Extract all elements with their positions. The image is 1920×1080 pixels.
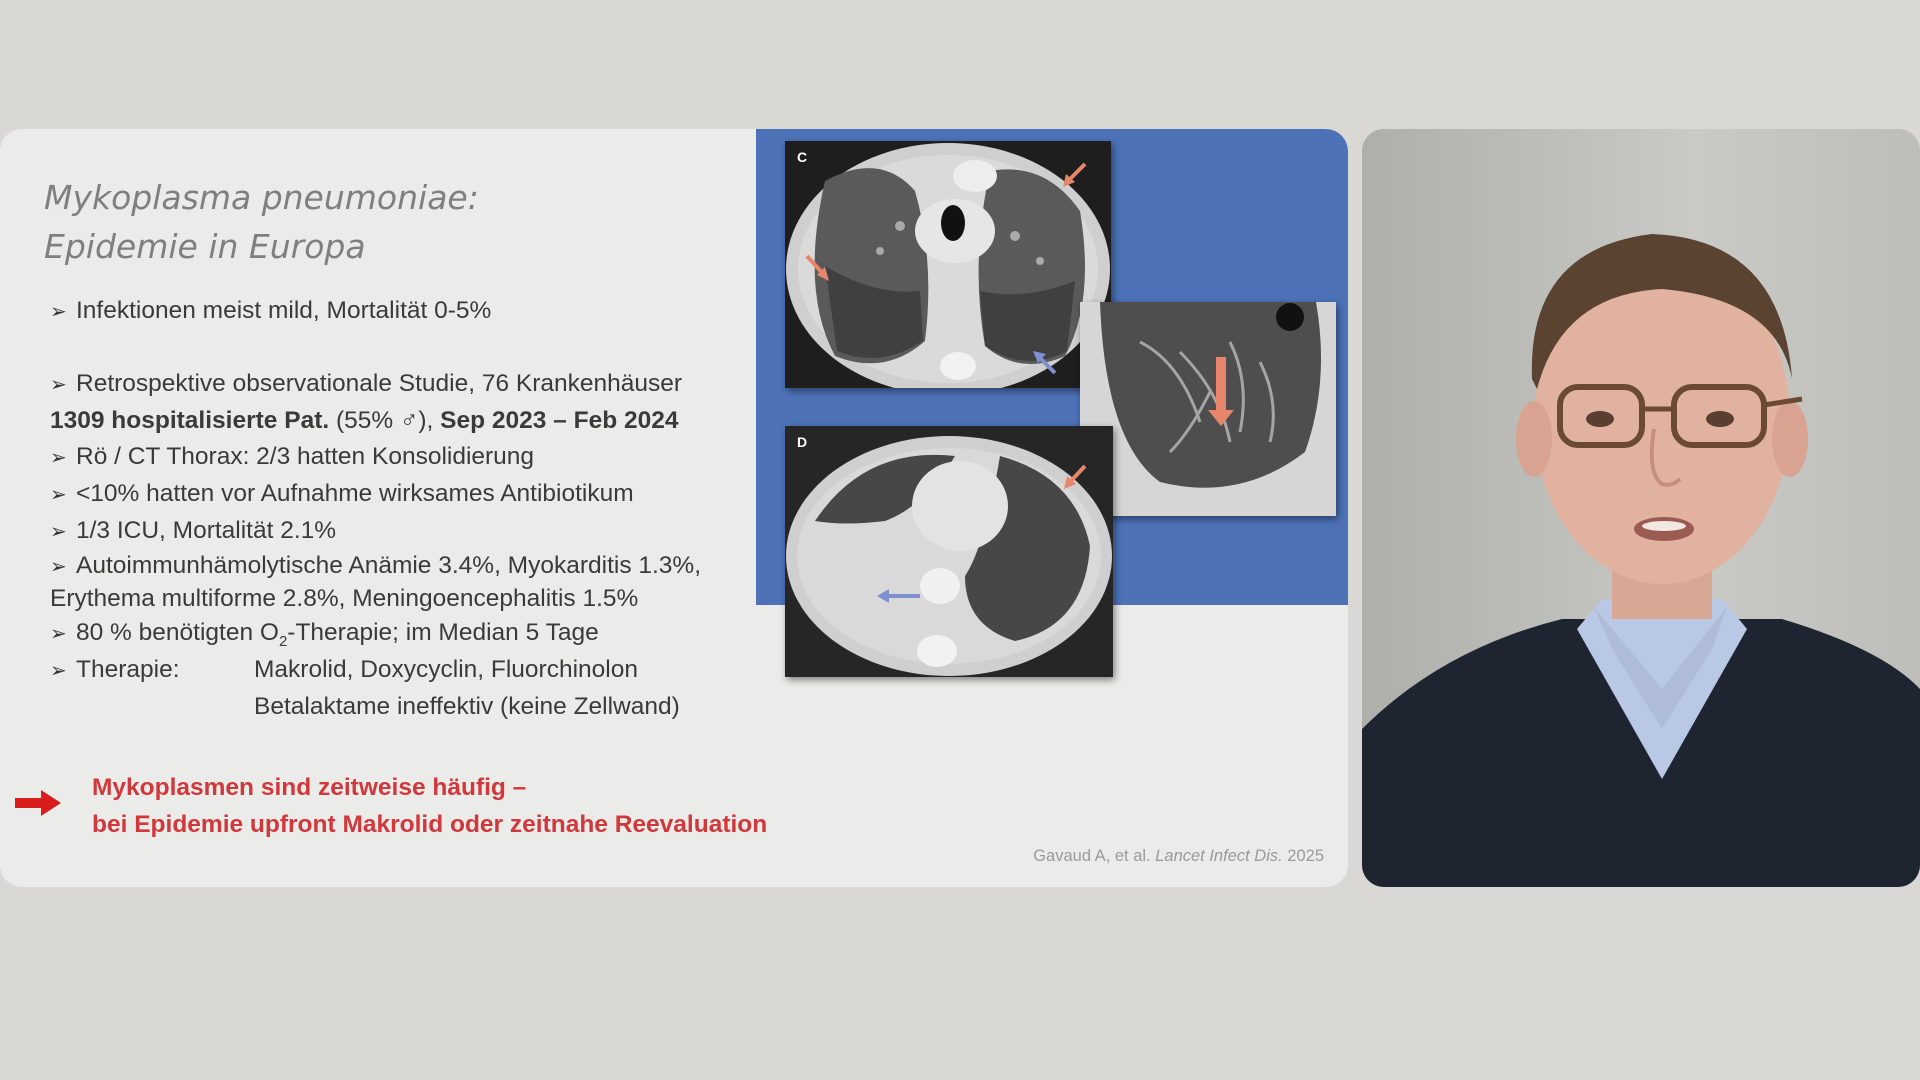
bullet-item-continuation: Betalaktame ineffektiv (keine Zellwand)	[50, 689, 750, 725]
ct-scan-panel-c: C	[785, 141, 1111, 388]
presenter-video	[1362, 129, 1920, 887]
ct-scan-panel-d: D	[785, 426, 1113, 677]
arrowhead-bullet-icon: ➢	[50, 484, 67, 506]
ct-image	[785, 426, 1113, 677]
therapy-value: Betalaktame ineffektiv (keine Zellwand)	[254, 693, 680, 720]
ct-image	[785, 141, 1111, 388]
takeaway-line-1: Mykoplasmen sind zeitweise häufig –	[92, 774, 527, 801]
arrowhead-bullet-icon: ➢	[50, 521, 67, 543]
bullet-item: ➢ Retrospektive observationale Studie, 76…	[50, 366, 750, 403]
takeaway-line-2: bei Epidemie upfront Makrolid oder zeitn…	[92, 811, 768, 838]
therapy-value: Makrolid, Doxycyclin, Fluorchinolon	[254, 656, 638, 683]
arrowhead-bullet-icon: ➢	[50, 301, 67, 323]
arrowhead-bullet-icon: ➢	[50, 374, 67, 396]
bullet-item: ➢ Rö / CT Thorax: 2/3 hatten Konsolidieru…	[50, 439, 750, 476]
bullet-item: ➢ Therapie: Makrolid, Doxycyclin, Fluorchi…	[50, 652, 750, 689]
bullet-list: ➢ Infektionen meist mild, Mortalität 0-5%…	[50, 293, 750, 725]
bullet-item-continuation: Erythema multiforme 2.8%, Meningoencepha…	[50, 585, 639, 612]
slide-title: Mykoplasma pneumoniae: Epidemie in Europ…	[44, 173, 479, 271]
presentation-slide: Mykoplasma pneumoniae: Epidemie in Europ…	[0, 129, 1348, 887]
arrowhead-bullet-icon: ➢	[50, 623, 67, 645]
takeaway-message: Mykoplasmen sind zeitweise häufig – bei …	[92, 769, 767, 843]
bullet-item: ➢ <10% hatten vor Aufnahme wirksames Anti…	[50, 476, 750, 513]
therapy-label: Therapie:	[76, 656, 180, 683]
bullet-item: ➢ Autoimmunhämolytische Anämie 3.4%, Myok…	[50, 550, 750, 583]
bullet-item: ➢ 80 % benötigten O2-Therapie; im Median …	[50, 615, 750, 652]
bullet-item: ➢ Infektionen meist mild, Mortalität 0-5%	[50, 293, 750, 330]
bullet-item-continuation: 1309 hospitalisierte Pat. (55% ♂), Sep 2…	[50, 407, 679, 434]
arrowhead-bullet-icon: ➢	[50, 660, 67, 682]
ct-image	[1080, 302, 1336, 516]
title-line-1: Mykoplasma pneumoniae:	[44, 178, 479, 217]
presenter-webcam	[1362, 129, 1920, 887]
panel-label-c: C	[797, 149, 808, 165]
citation: Gavaud A, et al. Lancet Infect Dis. 2025	[1033, 847, 1324, 865]
title-line-2: Epidemie in Europa	[44, 227, 366, 266]
panel-label-d: D	[797, 434, 808, 450]
arrowhead-bullet-icon: ➢	[50, 556, 67, 578]
ct-scan-zoom-panel	[1080, 302, 1336, 516]
red-arrow-icon	[15, 790, 61, 816]
arrowhead-bullet-icon: ➢	[50, 447, 67, 469]
bullet-item: ➢ 1/3 ICU, Mortalität 2.1%	[50, 513, 750, 550]
